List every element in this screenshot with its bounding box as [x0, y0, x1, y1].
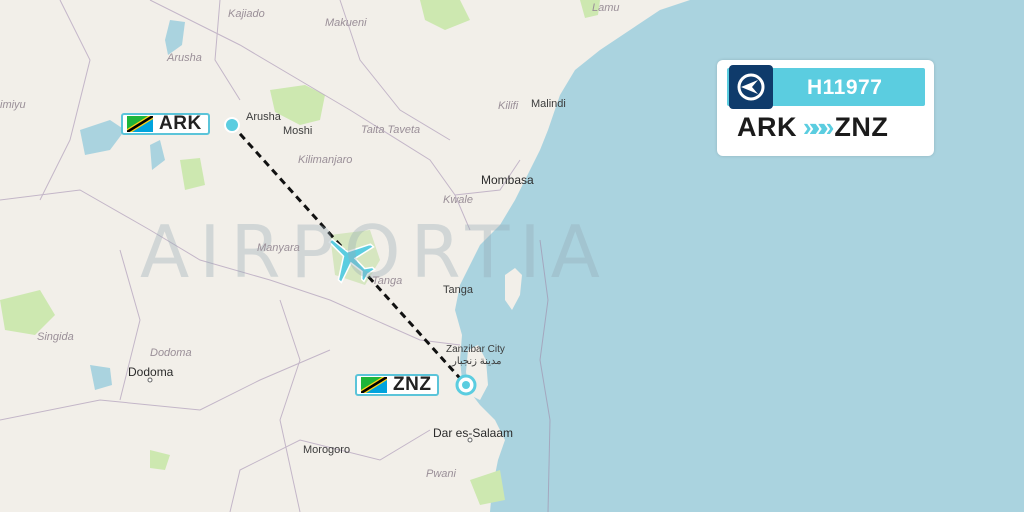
region-label: Dodoma: [150, 347, 192, 359]
tanzania-flag-icon: [361, 377, 387, 393]
region-label: Singida: [37, 331, 74, 343]
city-label: Mombasa: [481, 173, 534, 187]
flight-info-card[interactable]: H11977 ARK »»» ZNZ: [717, 60, 934, 156]
city-label: Malindi: [531, 98, 566, 110]
origin-airport-tag[interactable]: ARK: [121, 113, 210, 135]
city-label: Moshi: [283, 125, 313, 137]
region-label: Manyara: [257, 242, 300, 254]
route-origin: ARK: [737, 112, 797, 142]
origin-code: ARK: [159, 113, 202, 134]
city-label: Arusha: [246, 111, 281, 123]
city-label: Tanga: [443, 284, 473, 296]
airline-logo-icon: [729, 65, 773, 109]
region-label: Taita Taveta: [361, 124, 421, 136]
region-label: Kilifi: [498, 100, 519, 112]
region-label: Kilimanjaro: [298, 154, 353, 166]
region-label: Arusha: [167, 52, 202, 64]
region-label: imiyu: [0, 99, 26, 111]
city-label: Dodoma: [128, 365, 174, 379]
city-label: Morogoro: [303, 444, 351, 456]
city-label: Lamu: [592, 2, 620, 14]
destination-code: ZNZ: [393, 374, 432, 395]
origin-marker: [224, 117, 240, 133]
city-label: Dar es-Salaam: [433, 426, 514, 440]
city-label: Zanzibar City: [446, 344, 505, 355]
route-summary: ARK »»» ZNZ: [737, 112, 888, 143]
city-label: مدينة زنجبار: [452, 356, 502, 367]
chevron-right-icon: »»»: [803, 112, 834, 142]
tanzania-flag-icon: [127, 116, 153, 132]
destination-airport-tag[interactable]: ZNZ: [355, 374, 440, 396]
region-label: Kwale: [443, 194, 473, 206]
route-destination: ZNZ: [834, 112, 889, 142]
region-label: Pwani: [426, 468, 456, 480]
region-label: Kajiado: [228, 8, 265, 20]
region-label: Tanga: [372, 275, 403, 287]
flight-number: H11977: [807, 76, 883, 99]
region-label: Makueni: [325, 17, 367, 29]
